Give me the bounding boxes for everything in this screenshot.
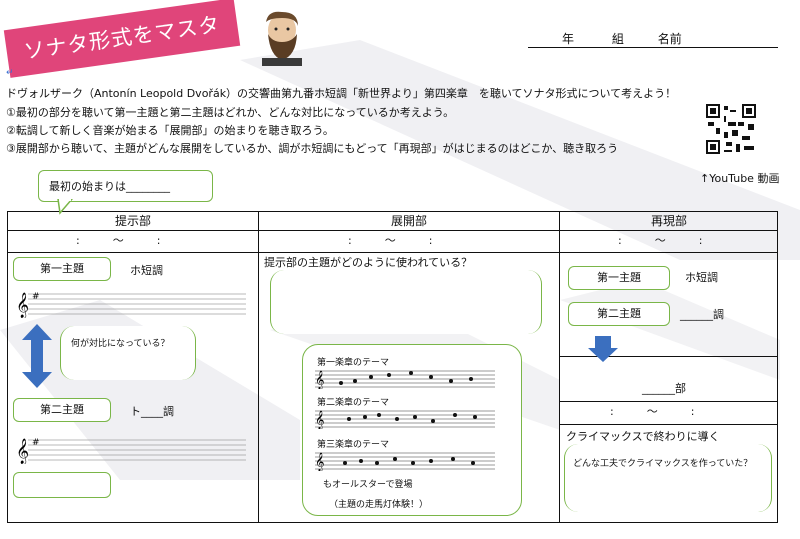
svg-text:#: # bbox=[32, 292, 40, 302]
exposition-theme1-key: ホ短調 bbox=[130, 264, 163, 277]
mov2-staff: 𝄞 bbox=[315, 410, 495, 429]
youtube-label: ↑YouTube 動画 bbox=[700, 172, 780, 185]
double-arrow-icon bbox=[22, 324, 52, 388]
contrast-question: 何が対比になっている？ bbox=[71, 339, 170, 349]
recap-theme1-key: ホ短調 bbox=[685, 271, 718, 284]
intro-line-2: ①最初の部分を聴いて第一主題と第二主題はどれか、どんな対比になっているか考えよう… bbox=[6, 106, 455, 119]
header-recapitulation: 再現部 bbox=[650, 214, 687, 228]
exposition-empty-box[interactable] bbox=[13, 472, 111, 498]
exposition-theme2-box[interactable]: 第二主題 bbox=[13, 398, 111, 422]
mov1-staff: 𝄞 bbox=[315, 370, 495, 389]
svg-text:𝄞: 𝄞 bbox=[16, 438, 29, 464]
svg-text:𝄞: 𝄞 bbox=[16, 292, 29, 318]
allstar-text: もオールスターで登場 bbox=[323, 480, 413, 490]
recap-theme1-box[interactable]: 第一主題 bbox=[568, 266, 670, 290]
coda-part-field[interactable]: ______部 bbox=[642, 380, 686, 396]
themes-recall-box: 第一楽章のテーマ 𝄞 第二楽章のテーマ 𝄞 第三楽章のテーマ 𝄞 もオールスター… bbox=[302, 344, 522, 516]
climax-answer-box[interactable]: どんな工夫でクライマックスを作っていた？ bbox=[564, 444, 772, 512]
music-staff-theme2[interactable]: 𝄞 # bbox=[14, 436, 246, 464]
contrast-answer-box[interactable]: 何が対比になっている？ bbox=[60, 326, 196, 380]
header-development: 展開部 bbox=[390, 214, 427, 228]
recap-theme2-key[interactable]: ______調 bbox=[680, 306, 724, 322]
bubble-tail bbox=[57, 199, 73, 215]
development-answer-box[interactable] bbox=[270, 270, 542, 334]
qr-code[interactable] bbox=[706, 104, 756, 154]
composer-portrait bbox=[262, 11, 302, 66]
year-label: 年 bbox=[562, 32, 575, 46]
mov3-staff: 𝄞 bbox=[315, 452, 495, 471]
climax-question: どんな工夫でクライマックスを作っていた？ bbox=[573, 459, 753, 469]
music-staff-theme1[interactable]: 𝄞 # bbox=[14, 290, 246, 318]
time-exposition[interactable]: : 〜 : bbox=[76, 231, 160, 251]
down-arrow-icon bbox=[588, 336, 618, 362]
svg-text:#: # bbox=[32, 438, 40, 448]
allstar-subtext: （主題の走馬灯体験！） bbox=[329, 500, 429, 510]
name-line[interactable]: 年 組 名前 bbox=[528, 30, 778, 48]
time-development[interactable]: : 〜 : bbox=[348, 231, 432, 251]
sonata-form-table: 提示部 展開部 再現部 : 〜 : : 〜 : : 〜 : 第一主題 ホ短調 𝄞… bbox=[7, 211, 778, 523]
intro-line-1: ドヴォルザーク（Antonín Leopold Dvořák）の交響曲第九番ホ短… bbox=[6, 87, 677, 100]
header-exposition: 提示部 bbox=[114, 214, 151, 228]
name-label: 名前 bbox=[657, 32, 682, 46]
svg-text:𝄞: 𝄞 bbox=[315, 410, 324, 429]
exposition-theme2-key[interactable]: ト____調 bbox=[130, 403, 174, 419]
time-coda[interactable]: : 〜 : bbox=[610, 402, 694, 422]
exposition-theme1-box[interactable]: 第一主題 bbox=[13, 257, 111, 281]
intro-line-4: ③展開部から聴いて、主題がどんな展開をしているか、調がホ短調にもどって「再現部」… bbox=[6, 142, 619, 155]
climax-label: クライマックスで終わりに導く bbox=[566, 430, 720, 443]
start-time-bubble[interactable]: 最初の始まりは________ bbox=[38, 170, 213, 202]
svg-text:𝄞: 𝄞 bbox=[315, 452, 324, 471]
time-recapitulation[interactable]: : 〜 : bbox=[618, 231, 702, 251]
svg-text:𝄞: 𝄞 bbox=[315, 370, 324, 389]
class-label: 組 bbox=[611, 32, 624, 46]
return-mark: ↵ bbox=[6, 68, 14, 78]
recap-theme2-box[interactable]: 第二主題 bbox=[568, 302, 670, 326]
intro-line-3: ②転調して新しく音楽が始まる「展開部」の始まりを聴き取ろう。 bbox=[6, 124, 334, 137]
development-question: 提示部の主題がどのように使われている？ bbox=[264, 256, 473, 269]
